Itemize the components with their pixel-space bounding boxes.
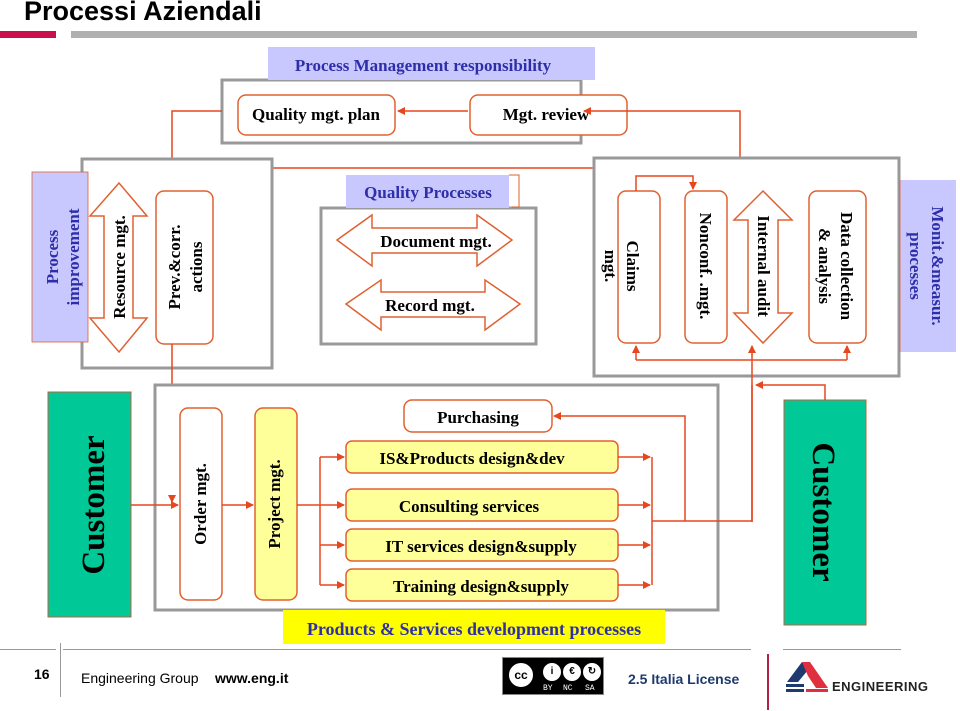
project-mgt-label: Project mgt. [265,459,284,548]
footer-separator-accent [767,654,769,710]
process-diagram: Process Management responsibility Qualit… [31,47,956,644]
footer-separator [60,643,61,697]
footer-line-left [0,649,56,650]
monitoring-label-line2: processes [906,232,925,300]
development-footer-label: Products & Services development processe… [307,619,641,639]
noncommercial-icon: € [561,661,583,683]
order-mgt-label: Order mgt. [191,463,210,545]
claims-mgt-line1: Claims [623,241,642,292]
customer-output-label: Customer [805,442,841,581]
sharealike-icon: ↻ [581,661,603,683]
cc-label-by: BY [543,684,553,693]
service-label-it-services: IT services design&supply [385,537,577,556]
claims-mgt-line2: mgt. [601,250,620,283]
process-improvement-label-line2: improvement [64,208,83,305]
prev-corr-actions-line1: Prev.&corr. [165,225,184,310]
resource-mgt-label: Resource mgt. [110,215,129,319]
cc-label-nc: NC [563,684,573,693]
footer-line-mid [63,649,751,650]
engineering-logo-text: ENGINEERING [832,679,929,694]
footer-url[interactable]: www.eng.it [215,670,288,686]
service-boxes: IS&Products design&dev Consulting servic… [345,440,619,602]
service-label-training: Training design&supply [393,577,569,596]
monitoring-label-line1: Monit.&measur. [928,206,947,325]
purchasing-label: Purchasing [437,408,519,427]
cc-license-badge[interactable]: cc i € ↻ BY NC SA [502,657,604,695]
data-collection-line1: Data collection [837,212,856,321]
process-improvement-label-line1: Process [43,229,62,284]
connector-customer-feedback [755,381,826,400]
management-header: Process Management responsibility [295,56,552,75]
engineering-logo-icon [786,662,828,692]
page-number: 16 [34,666,50,682]
by-attribution-icon: i [541,661,563,683]
record-mgt-label: Record mgt. [385,296,475,315]
footer-company: Engineering Group [81,670,199,686]
document-mgt-label: Document mgt. [380,232,491,251]
data-collection-line2: & analysis [815,228,834,304]
internal-audit-label: Internal audit [754,215,773,317]
quality-header-edge [509,174,520,208]
mgt-review-label: Mgt. review [503,105,590,124]
customer-input-label: Customer [76,435,112,574]
quality-header: Quality Processes [364,183,492,202]
cc-icon: cc [507,661,535,689]
quality-mgt-plan-label: Quality mgt. plan [252,105,381,124]
cc-label-sa: SA [585,684,595,693]
prev-corr-actions-line2: actions [187,241,206,292]
license-text[interactable]: 2.5 Italia License [628,671,739,687]
service-label-consulting: Consulting services [399,497,540,516]
nonconf-mgt-label: Nonconf. .mgt. [696,213,715,320]
service-label-is-products: IS&Products design&dev [379,449,565,468]
footer-line-right [783,649,901,650]
